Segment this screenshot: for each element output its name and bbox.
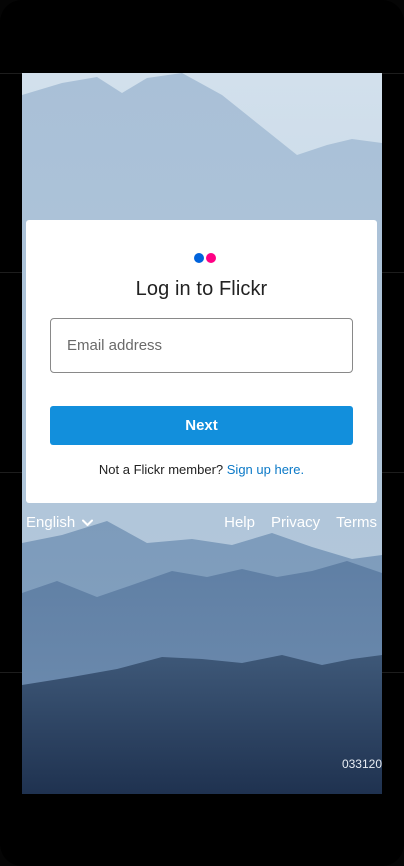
help-link[interactable]: Help [224, 514, 255, 531]
terms-link[interactable]: Terms [336, 514, 377, 531]
privacy-link[interactable]: Privacy [271, 514, 320, 531]
login-card: Log in to Flickr Next Not a Flickr membe… [26, 220, 377, 503]
language-selector[interactable]: English [26, 514, 94, 531]
bezel-line [382, 73, 404, 74]
next-button[interactable]: Next [50, 406, 353, 445]
signup-row: Not a Flickr member? Sign up here. [26, 462, 377, 477]
logo-pink-dot [206, 253, 216, 263]
flickr-logo-icon [194, 252, 218, 264]
bezel-line [382, 272, 404, 273]
signup-prompt: Not a Flickr member? [98, 462, 224, 477]
language-label: English [26, 514, 76, 531]
bezel-line [0, 73, 22, 74]
logo-blue-dot [194, 253, 204, 263]
bezel-line [0, 672, 22, 673]
chevron-down-icon [82, 519, 94, 526]
phone-frame: Log in to Flickr Next Not a Flickr membe… [0, 0, 404, 866]
signup-link[interactable]: Sign up here. [227, 462, 304, 477]
email-field[interactable] [50, 318, 353, 373]
photo-id-label: 033120 [341, 757, 382, 771]
bezel-line [382, 472, 404, 473]
page-title: Log in to Flickr [135, 278, 268, 300]
bezel-line [0, 472, 22, 473]
footer-links: Help Privacy Terms [224, 514, 377, 531]
app-screen: Log in to Flickr Next Not a Flickr membe… [22, 73, 382, 794]
bezel-line [0, 272, 22, 273]
bezel-line [382, 672, 404, 673]
